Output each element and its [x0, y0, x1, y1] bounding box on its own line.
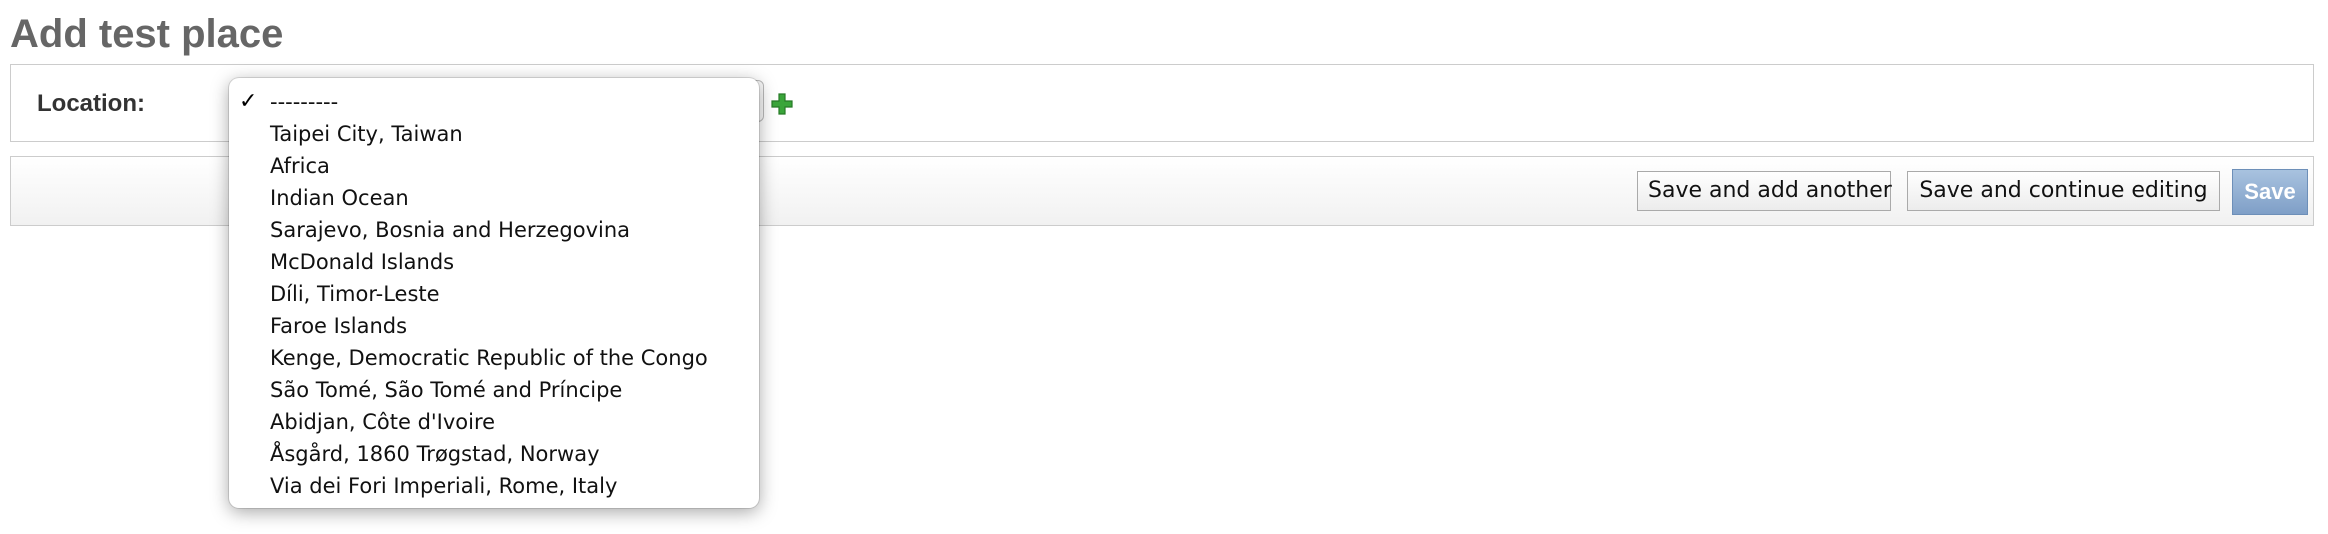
location-option[interactable]: Indian Ocean [229, 182, 759, 214]
location-dropdown-menu: ✓ --------- Taipei City, Taiwan Africa I… [229, 78, 759, 508]
location-option[interactable]: Sarajevo, Bosnia and Herzegovina [229, 214, 759, 246]
location-option[interactable]: Taipei City, Taiwan [229, 118, 759, 150]
save-button[interactable]: Save [2232, 169, 2308, 215]
location-option[interactable]: Africa [229, 150, 759, 182]
option-label: Åsgård, 1860 Trøgstad, Norway [270, 442, 600, 466]
location-option[interactable]: Åsgård, 1860 Trøgstad, Norway [229, 438, 759, 470]
location-option[interactable]: São Tomé, São Tomé and Príncipe [229, 374, 759, 406]
location-option[interactable]: ✓ --------- [229, 86, 759, 118]
location-option[interactable]: Kenge, Democratic Republic of the Congo [229, 342, 759, 374]
option-label: Faroe Islands [270, 314, 408, 338]
option-label: Kenge, Democratic Republic of the Congo [270, 346, 708, 370]
option-label: McDonald Islands [270, 250, 455, 274]
save-and-add-another-button[interactable]: Save and add another [1637, 171, 1892, 211]
location-option[interactable]: Díli, Timor-Leste [229, 278, 759, 310]
option-label: Africa [270, 154, 330, 178]
option-label: Sarajevo, Bosnia and Herzegovina [270, 218, 631, 242]
location-label: Location: [37, 90, 145, 117]
option-label: --------- [270, 90, 339, 114]
option-label: Indian Ocean [270, 186, 409, 210]
option-label: Díli, Timor-Leste [270, 282, 440, 306]
option-label: Abidjan, Côte d'Ivoire [270, 410, 496, 434]
admin-page: Add test place Location: Save and add an… [0, 0, 2328, 534]
option-label: São Tomé, São Tomé and Príncipe [270, 378, 623, 402]
save-and-continue-button[interactable]: Save and continue editing [1907, 171, 2220, 211]
location-option[interactable]: Faroe Islands [229, 310, 759, 342]
location-option[interactable]: Abidjan, Côte d'Ivoire [229, 406, 759, 438]
checkmark-icon: ✓ [239, 89, 258, 114]
location-option[interactable]: McDonald Islands [229, 246, 759, 278]
option-label: Via dei Fori Imperiali, Rome, Italy [270, 474, 618, 498]
option-label: Taipei City, Taiwan [270, 122, 463, 146]
location-option[interactable]: Via dei Fori Imperiali, Rome, Italy [229, 470, 759, 502]
page-title: Add test place [10, 12, 284, 56]
add-location-plus-icon[interactable] [771, 93, 793, 115]
